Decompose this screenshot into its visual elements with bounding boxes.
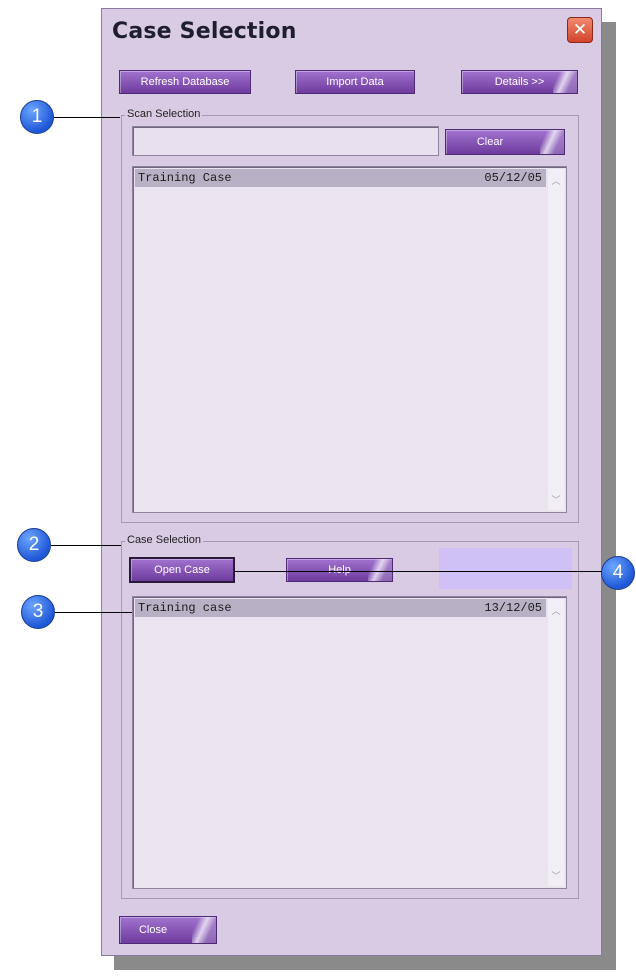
import-data-label: Import Data <box>326 76 384 88</box>
list-item-date: 13/12/05 <box>484 601 542 615</box>
scroll-up-icon[interactable]: ︿ <box>548 603 564 619</box>
clear-label: Clear <box>476 136 504 148</box>
scroll-down-icon[interactable]: ﹀ <box>548 492 564 508</box>
case-list-scrollbar[interactable]: ︿ ﹀ <box>548 599 564 886</box>
callout-leader-1 <box>54 117 120 118</box>
callout-leader-3 <box>55 612 132 613</box>
details-button[interactable]: Details >> <box>461 70 578 94</box>
open-case-button[interactable]: Open Case <box>129 557 235 583</box>
button-gloss <box>192 917 216 943</box>
refresh-database-label: Refresh Database <box>140 76 230 88</box>
import-data-button[interactable]: Import Data <box>295 70 415 94</box>
close-window-icon[interactable]: ✕ <box>567 17 593 43</box>
help-button[interactable]: Help <box>286 558 393 582</box>
callout-marker-1: 1 <box>20 100 54 134</box>
scan-list[interactable]: Training Case 05/12/05 ︿ ﹀ <box>132 166 567 513</box>
callout-marker-3: 3 <box>21 595 55 629</box>
details-label: Details >> <box>494 76 545 88</box>
callout-marker-4: 4 <box>601 556 635 590</box>
list-item[interactable]: Training case 13/12/05 <box>135 599 546 617</box>
help-label: Help <box>328 564 351 576</box>
case-selection-window: Case Selection ✕ Refresh Database Import… <box>101 8 602 956</box>
list-item[interactable]: Training Case 05/12/05 <box>135 169 546 187</box>
button-gloss <box>553 71 577 93</box>
case-selection-label: Case Selection <box>125 534 203 546</box>
button-gloss <box>540 130 564 154</box>
callout-leader-4 <box>234 571 602 572</box>
list-item-date: 05/12/05 <box>484 171 542 185</box>
scan-search-input[interactable] <box>132 126 439 156</box>
list-item-name: Training Case <box>138 171 232 185</box>
scroll-down-icon[interactable]: ﹀ <box>548 868 564 884</box>
list-item-name: Training case <box>138 601 232 615</box>
open-case-label: Open Case <box>154 564 210 576</box>
status-panel <box>439 548 572 589</box>
scan-list-scrollbar[interactable]: ︿ ﹀ <box>548 169 564 510</box>
close-label: Close <box>138 924 168 936</box>
scan-selection-label: Scan Selection <box>125 108 203 120</box>
refresh-database-button[interactable]: Refresh Database <box>119 70 251 94</box>
window-title: Case Selection <box>112 19 297 44</box>
callout-marker-2: 2 <box>17 528 51 562</box>
button-gloss <box>368 559 392 581</box>
case-list[interactable]: Training case 13/12/05 ︿ ﹀ <box>132 596 567 889</box>
scroll-up-icon[interactable]: ︿ <box>548 173 564 189</box>
callout-leader-2 <box>51 545 121 546</box>
close-button[interactable]: Close <box>119 916 217 944</box>
clear-button[interactable]: Clear <box>445 129 565 155</box>
